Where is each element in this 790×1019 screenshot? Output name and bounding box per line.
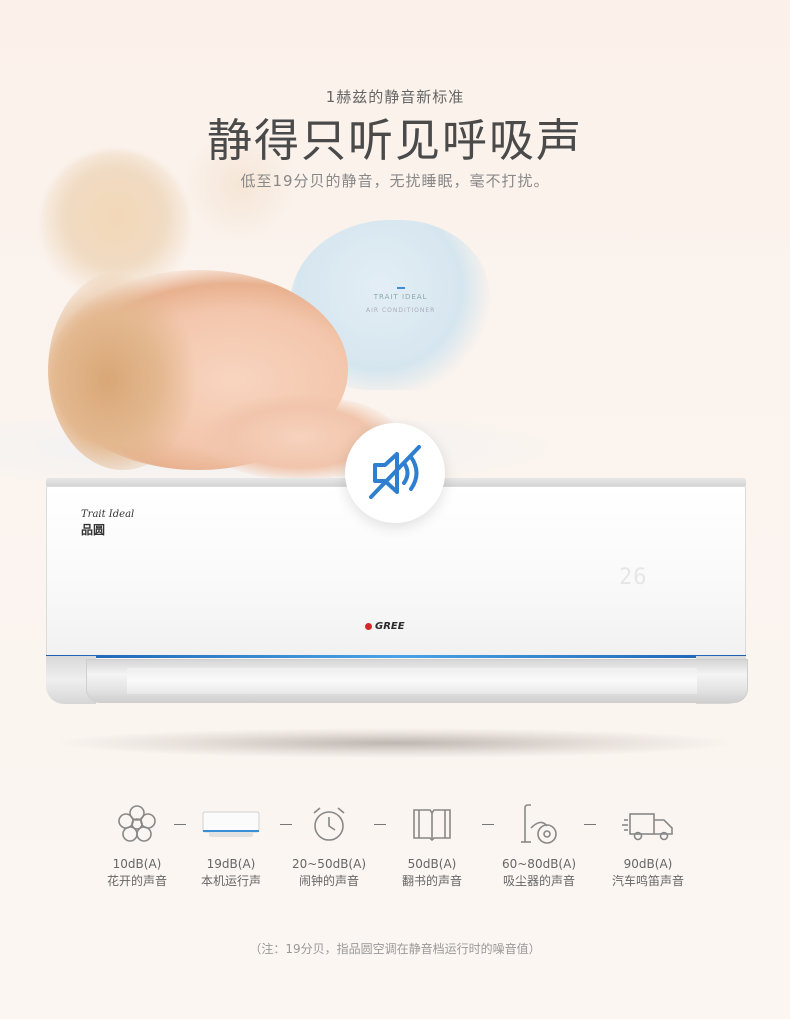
compare-label: 翻书的声音 <box>401 874 462 888</box>
baby-hair <box>48 270 198 470</box>
compare-item-ac: 19dB(A) 本机运行声 <box>176 800 286 890</box>
compare-value: 19dB(A) <box>206 857 256 871</box>
compare-value: 20~50dB(A) <box>291 857 366 871</box>
hero-subline: 低至19分贝的静音，无扰睡眠，毫不打扰。 <box>240 172 550 190</box>
flower-icon <box>117 804 157 848</box>
noise-comparison: 10dB(A) 花开的声音 19dB(A) 本机运行声 20~50dB(A) 闹… <box>0 800 790 900</box>
ac-louver <box>127 668 697 694</box>
gree-logo-text: GREE <box>375 621 405 632</box>
gree-logo-mark <box>365 622 372 630</box>
air-conditioner-icon <box>201 808 261 844</box>
logo-cn: 品圆 <box>81 523 106 537</box>
compare-item-vacuum: 60~80dB(A) 吸尘器的声音 <box>484 800 594 890</box>
book-icon <box>410 806 454 846</box>
truck-icon <box>620 806 676 846</box>
compare-item-alarm: 20~50dB(A) 闹钟的声音 <box>274 800 384 890</box>
footnote: （注：19分贝，指品圆空调在静音档运行时的噪音值） <box>249 942 541 956</box>
temperature-display: 26 <box>619 565 648 590</box>
vacuum-cleaner-icon <box>517 802 561 850</box>
compare-value: 90dB(A) <box>623 857 673 871</box>
compare-label: 本机运行声 <box>200 874 261 888</box>
compare-value: 60~80dB(A) <box>501 857 576 871</box>
shirt-brand-tag: TRAIT IDEAL AIR CONDITIONER <box>366 287 435 314</box>
product-page: 1赫兹的静音新标准 静得只听见呼吸声 低至19分贝的静音，无扰睡眠，毫不打扰。 … <box>0 0 790 1019</box>
compare-label: 闹钟的声音 <box>298 874 359 888</box>
compare-item-book: 50dB(A) 翻书的声音 <box>377 800 487 890</box>
brand-tag-bar <box>396 287 405 289</box>
hero-headline: 静得只听见呼吸声 <box>206 114 583 167</box>
compare-item-truck: 90dB(A) 汽车鸣笛声音 <box>593 800 703 890</box>
ac-air-vent <box>86 659 748 703</box>
ac-shadow <box>60 728 730 758</box>
brand-tag-sub: AIR CONDITIONER <box>366 307 436 314</box>
ac-blue-trim <box>46 655 746 658</box>
compare-label: 汽车鸣笛声音 <box>611 874 684 888</box>
trait-ideal-logo: Trait Ideal 品圆 <box>81 509 134 538</box>
mute-badge <box>345 423 445 523</box>
gree-logo: GREE <box>365 621 405 632</box>
logo-en: Trait Ideal <box>81 509 135 520</box>
brand-tag-title: TRAIT IDEAL <box>373 293 428 301</box>
alarm-clock-icon <box>309 804 349 848</box>
compare-label: 吸尘器的声音 <box>502 874 575 888</box>
compare-value: 50dB(A) <box>407 857 457 871</box>
